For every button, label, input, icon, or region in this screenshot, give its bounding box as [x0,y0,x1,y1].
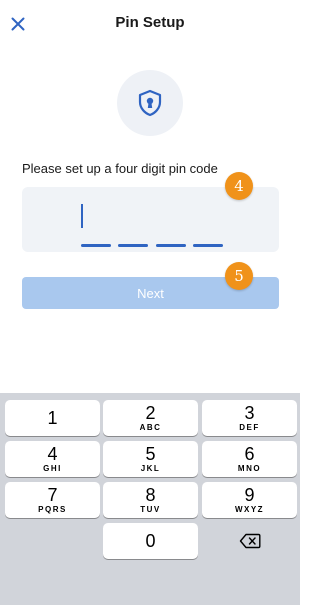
key-8[interactable]: 8 TUV [103,482,198,518]
text-cursor [81,204,83,228]
key-digit: 1 [47,408,58,428]
pin-instructions: Please set up a four digit pin code [22,161,218,176]
key-6[interactable]: 6 MNO [202,441,297,477]
key-3[interactable]: 3 DEF [202,400,297,436]
pin-digit-slot [193,244,223,247]
backspace-icon [239,533,260,549]
key-digit: 2 [145,402,156,423]
pin-digit-slot [81,244,111,247]
key-digit: 4 [47,443,58,464]
numeric-keypad: 1 2 ABC 3 DEF 4 GHI 5 JKL 6 MNO 7 PQRS 8… [0,393,300,605]
key-1[interactable]: 1 [5,400,100,436]
pin-digit-slot [118,244,148,247]
key-letters: ABC [139,422,162,432]
key-letters: PQRS [38,504,67,514]
key-letters: GHI [43,463,62,473]
pin-setup-screen: Pin Setup Please set up a four digit pin… [0,0,300,605]
shield-keyhole-icon [138,89,162,117]
key-9[interactable]: 9 WXYZ [202,482,297,518]
key-letters: JKL [140,463,161,473]
key-5[interactable]: 5 JKL [103,441,198,477]
key-2[interactable]: 2 ABC [103,400,198,436]
key-4[interactable]: 4 GHI [5,441,100,477]
key-0[interactable]: 0 [103,523,198,559]
key-digit: 8 [145,484,156,505]
page-title: Pin Setup [115,14,185,31]
step-badge-next: 5 [225,262,253,290]
key-letters: MNO [237,463,262,473]
key-7[interactable]: 7 PQRS [5,482,100,518]
key-letters: WXYZ [234,504,265,514]
delete-key[interactable] [202,523,297,559]
key-letters: DEF [239,422,260,432]
key-digit: 7 [47,484,58,505]
key-digit: 3 [244,402,255,423]
key-digit: 0 [145,531,156,551]
key-digit: 6 [244,443,255,464]
pin-digit-slot [156,244,186,247]
key-digit: 5 [145,443,156,464]
key-letters: TUV [140,504,161,514]
shield-badge [117,70,183,136]
header: Pin Setup [0,0,300,46]
step-badge-pin-input: 4 [225,172,253,200]
key-digit: 9 [244,484,255,505]
